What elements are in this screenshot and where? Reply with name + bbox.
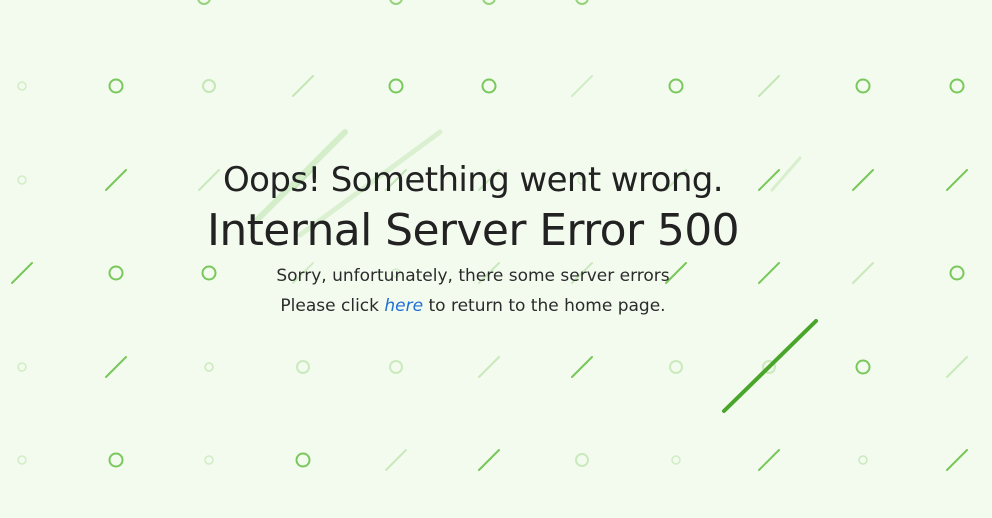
error-content: Oops! Something went wrong. Internal Ser…	[0, 0, 992, 518]
return-message-suffix: to return to the home page.	[428, 296, 666, 316]
error-message: Sorry, unfortunately, there some server …	[276, 266, 670, 286]
return-message-prefix: Please click	[280, 296, 379, 316]
home-link[interactable]: here	[384, 296, 423, 316]
return-home-message: Please click here to return to the home …	[0, 296, 946, 316]
error-heading: Oops! Something went wrong.	[223, 160, 724, 200]
error-title: Internal Server Error 500	[206, 205, 740, 256]
